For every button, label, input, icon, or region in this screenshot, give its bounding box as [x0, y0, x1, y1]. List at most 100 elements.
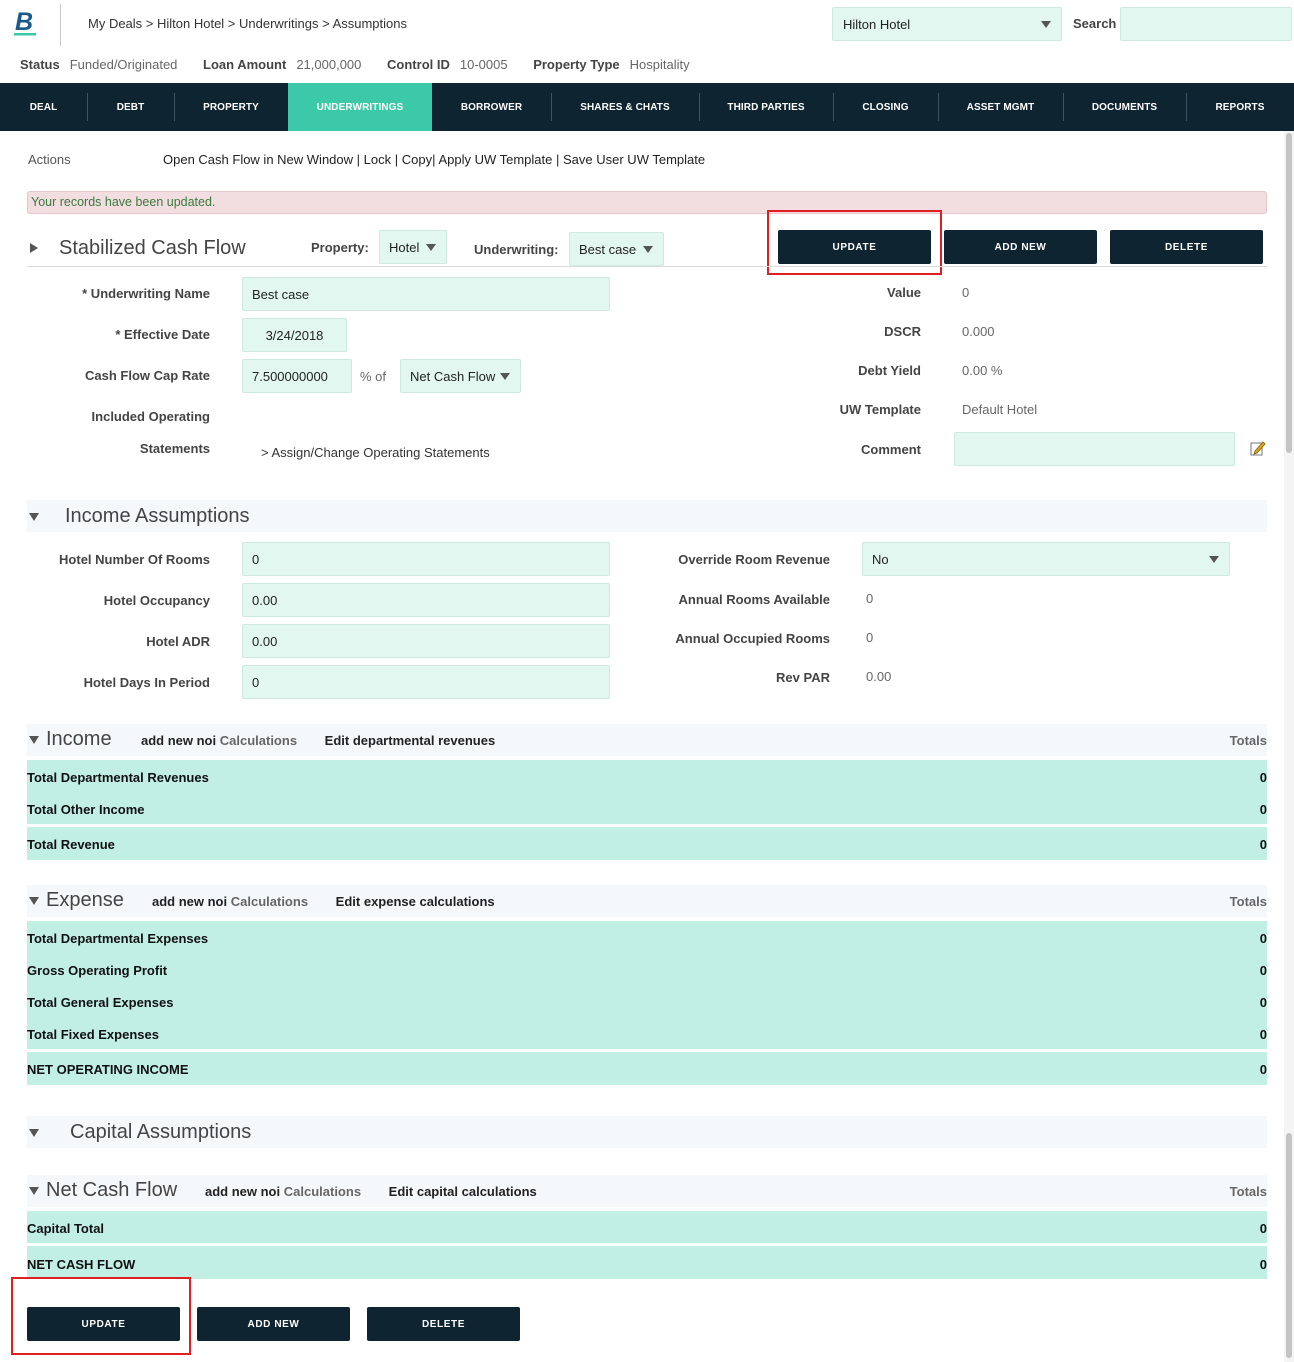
link-separator: | — [555, 152, 560, 167]
underwriting-name-input[interactable]: Best case — [242, 277, 610, 311]
hotel-days-input[interactable]: 0 — [242, 665, 610, 699]
main-nav: DEAL DEBT PROPERTY UNDERWRITINGS BORROWE… — [0, 83, 1294, 131]
underwriting-select[interactable]: Best case — [569, 232, 664, 266]
chevron-down-icon — [1041, 21, 1051, 28]
tab-deal[interactable]: DEAL — [0, 83, 87, 131]
edit-capital-calculations-link[interactable]: Edit capital calculations — [389, 1184, 537, 1199]
breadcrumb[interactable]: My Deals > Hilton Hotel > Underwritings … — [88, 16, 407, 31]
income-links: add new noi Calculations Edit department… — [141, 733, 495, 748]
property-type-value: Hospitality — [629, 57, 690, 72]
comment-label: Comment — [861, 442, 921, 457]
edit-note-icon[interactable] — [1250, 440, 1266, 456]
tab-third-parties[interactable]: THIRD PARTIES — [699, 83, 833, 131]
chevron-down-icon — [426, 244, 436, 251]
calculations-link[interactable]: Calculations — [284, 1184, 361, 1199]
edit-expense-calculations-link[interactable]: Edit expense calculations — [336, 894, 495, 909]
revpar-label: Rev PAR — [776, 670, 830, 685]
collapse-arrow-icon[interactable] — [29, 1187, 39, 1195]
annual-occupied-rooms-label: Annual Occupied Rooms — [675, 631, 830, 646]
cap-rate-input[interactable]: 7.500000000 — [242, 359, 352, 393]
save-user-uw-template-link[interactable]: Save User UW Template — [563, 152, 705, 167]
row-value: 0 — [1259, 931, 1267, 946]
hotel-occupancy-input[interactable]: 0.00 — [242, 583, 610, 617]
open-cash-flow-link[interactable]: Open Cash Flow in New Window — [163, 152, 353, 167]
property-select-value: Hotel — [389, 240, 420, 255]
row-label: Total Revenue — [27, 837, 115, 852]
tab-debt[interactable]: DEBT — [87, 83, 174, 131]
copy-link[interactable]: Copy — [402, 152, 432, 167]
search-input[interactable] — [1120, 7, 1292, 41]
tab-reports[interactable]: REPORTS — [1186, 83, 1294, 131]
tab-underwritings[interactable]: UNDERWRITINGS — [288, 83, 432, 131]
deal-select-value: Hilton Hotel — [843, 17, 911, 32]
actions-links: Open Cash Flow in New Window | Lock | Co… — [163, 152, 705, 167]
property-type-label: Property Type — [533, 57, 620, 72]
tab-asset-mgmt[interactable]: ASSET MGMT — [938, 83, 1063, 131]
add-new-noi-link[interactable]: add new noi — [152, 894, 227, 909]
link-separator: | — [432, 152, 436, 167]
included-operating-label: Included Operating — [91, 409, 210, 424]
capital-assumptions-title: Capital Assumptions — [70, 1121, 252, 1143]
annual-rooms-available-label: Annual Rooms Available — [678, 592, 830, 607]
tab-closing[interactable]: CLOSING — [833, 83, 938, 131]
collapse-arrow-icon[interactable] — [29, 1129, 39, 1137]
totals-header: Totals — [1229, 894, 1267, 909]
property-label: Property: — [311, 240, 369, 255]
add-new-noi-link[interactable]: add new noi — [205, 1184, 280, 1199]
collapse-arrow-icon[interactable] — [29, 897, 39, 905]
deal-select[interactable]: Hilton Hotel — [832, 7, 1062, 41]
row-label: Total Other Income — [27, 802, 145, 817]
loan-amount-label: Loan Amount — [203, 57, 287, 72]
chevron-down-icon — [500, 373, 510, 380]
delete-button[interactable]: DELETE — [1110, 230, 1263, 264]
comment-input[interactable] — [954, 432, 1235, 466]
stabilized-cash-flow-title: Stabilized Cash Flow — [59, 237, 246, 259]
expense-links: add new noi Calculations Edit expense ca… — [152, 894, 495, 909]
delete-button-bottom[interactable]: DELETE — [367, 1307, 520, 1341]
value-value: 0 — [962, 285, 970, 300]
row-value: 0 — [1259, 1027, 1267, 1042]
header-divider — [60, 4, 61, 46]
collapse-arrow-icon[interactable] — [29, 736, 39, 744]
underwriting-name-label: * Underwriting Name — [82, 286, 210, 301]
hotel-adr-input[interactable]: 0.00 — [242, 624, 610, 658]
row-label: NET CASH FLOW — [27, 1257, 136, 1272]
row-label: Capital Total — [27, 1221, 105, 1236]
add-new-button-bottom[interactable]: ADD NEW — [197, 1307, 350, 1341]
expand-arrow-icon[interactable] — [30, 243, 38, 253]
row-value: 0 — [1259, 963, 1267, 978]
table-row: Capital Total 0 — [27, 1214, 1267, 1246]
calculations-link[interactable]: Calculations — [220, 733, 297, 748]
assign-statements-link[interactable]: > Assign/Change Operating Statements — [261, 445, 490, 460]
debt-yield-value: 0.00 % — [962, 363, 1003, 378]
apply-uw-template-link[interactable]: Apply UW Template — [438, 152, 552, 167]
underwriting-label: Underwriting: — [474, 242, 559, 257]
tab-property[interactable]: PROPERTY — [174, 83, 288, 131]
scrollbar-thumb[interactable] — [1286, 133, 1292, 453]
effective-date-input[interactable]: 3/24/2018 — [242, 318, 347, 352]
effective-date-label: * Effective Date — [115, 327, 210, 342]
collapse-arrow-icon[interactable] — [29, 513, 39, 521]
override-room-revenue-select[interactable]: No — [862, 542, 1230, 576]
tab-shares-chats[interactable]: SHARES & CHATS — [551, 83, 699, 131]
totals-header: Totals — [1229, 733, 1267, 748]
property-select[interactable]: Hotel — [379, 230, 447, 264]
row-value: 0 — [1259, 995, 1267, 1010]
uw-template-value: Default Hotel — [962, 402, 1038, 417]
calculations-link[interactable]: Calculations — [231, 894, 308, 909]
scrollbar-thumb[interactable] — [1286, 1133, 1292, 1358]
table-row: Total General Expenses 0 — [27, 988, 1267, 1020]
table-row: Gross Operating Profit 0 — [27, 956, 1267, 988]
add-new-button[interactable]: ADD NEW — [944, 230, 1097, 264]
brand-logo[interactable]: B — [14, 8, 40, 36]
cap-basis-select[interactable]: Net Cash Flow — [400, 359, 521, 393]
hotel-rooms-input[interactable]: 0 — [242, 542, 610, 576]
tab-borrower[interactable]: BORROWER — [432, 83, 551, 131]
lock-link[interactable]: Lock — [364, 152, 391, 167]
add-new-noi-link[interactable]: add new noi — [141, 733, 216, 748]
edit-departmental-revenues-link[interactable]: Edit departmental revenues — [325, 733, 496, 748]
tab-documents[interactable]: DOCUMENTS — [1063, 83, 1186, 131]
expense-title: Expense — [46, 889, 124, 911]
chevron-down-icon — [643, 246, 653, 253]
control-id-label: Control ID — [387, 57, 450, 72]
